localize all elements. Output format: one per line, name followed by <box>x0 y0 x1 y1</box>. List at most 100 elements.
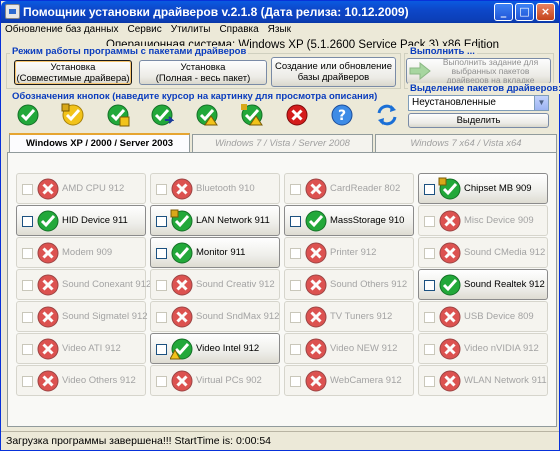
cross-icon <box>171 306 193 328</box>
driver-video-new-912[interactable]: Video NEW 912 <box>284 333 414 364</box>
driver-cardreader-802[interactable]: CardReader 802 <box>284 173 414 204</box>
driver-checkbox[interactable] <box>156 280 167 291</box>
driver-sound-creativ-912[interactable]: Sound Creativ 912 <box>150 269 280 300</box>
maximize-button[interactable]: □ <box>515 3 534 21</box>
menu-help[interactable]: Справка <box>219 23 258 37</box>
driver-video-intel-912[interactable]: Video Intel 912 <box>150 333 280 364</box>
driver-checkbox[interactable] <box>22 376 33 387</box>
driver-sound-others-912[interactable]: Sound Others 912 <box>284 269 414 300</box>
driver-checkbox[interactable] <box>424 344 435 355</box>
cross-icon <box>439 306 461 328</box>
help-icon[interactable]: ? <box>330 103 354 127</box>
menu-utilities[interactable]: Утилиты <box>171 23 211 37</box>
driver-checkbox[interactable] <box>156 344 167 355</box>
driver-checkbox[interactable] <box>424 184 435 195</box>
driver-lan-network-911[interactable]: LAN Network 911 <box>150 205 280 236</box>
driver-checkbox[interactable] <box>290 376 301 387</box>
cross-icon[interactable] <box>285 103 309 127</box>
check-arrow-icon[interactable] <box>150 103 174 127</box>
driver-checkbox[interactable] <box>22 248 33 259</box>
warning-check-icon[interactable] <box>61 103 85 127</box>
driver-checkbox[interactable] <box>156 376 167 387</box>
driver-checkbox[interactable] <box>156 248 167 259</box>
driver-sound-realtek-912[interactable]: Sound Realtek 912 <box>418 269 548 300</box>
driver-usb-device-809[interactable]: USB Device 809 <box>418 301 548 332</box>
warning-arrow-icon[interactable] <box>240 103 264 127</box>
driver-checkbox[interactable] <box>424 312 435 323</box>
chevron-down-icon[interactable]: ▼ <box>534 96 548 110</box>
driver-modem-909[interactable]: Modem 909 <box>16 237 146 268</box>
driver-checkbox[interactable] <box>156 184 167 195</box>
driver-checkbox[interactable] <box>22 216 33 227</box>
drivers-panel: AMD CPU 912 Bluetooth 910 CardReader 802 Ch… <box>7 152 557 427</box>
driver-checkbox[interactable] <box>424 376 435 387</box>
driver-misc-device-909[interactable]: Misc Device 909 <box>418 205 548 236</box>
driver-hid-device-911[interactable]: HID Device 911 <box>16 205 146 236</box>
tab-winxp[interactable]: Windows XP / 2000 / Server 2003 <box>9 133 190 152</box>
driver-checkbox[interactable] <box>290 216 301 227</box>
driver-label: USB Device 809 <box>464 311 534 322</box>
driver-video-ati-912[interactable]: Video ATI 912 <box>16 333 146 364</box>
driver-bluetooth-910[interactable]: Bluetooth 910 <box>150 173 280 204</box>
execute-button[interactable]: Выполнить задание для выбранных пакетов … <box>406 57 551 84</box>
minimize-button[interactable]: _ <box>494 3 513 21</box>
driver-checkbox[interactable] <box>290 312 301 323</box>
driver-checkbox[interactable] <box>22 312 33 323</box>
driver-wlan-network-911[interactable]: WLAN Network 911 <box>418 365 548 396</box>
driver-sound-sndmax-912[interactable]: Sound SndMax 912 <box>150 301 280 332</box>
driver-video-others-912[interactable]: Video Others 912 <box>16 365 146 396</box>
driver-amd-cpu-912[interactable]: AMD CPU 912 <box>16 173 146 204</box>
driver-checkbox[interactable] <box>290 248 301 259</box>
close-button[interactable]: × <box>536 3 555 21</box>
check-box-icon[interactable] <box>106 103 130 127</box>
window-controls: _ □ × <box>494 3 555 21</box>
driver-label: TV Tuners 912 <box>330 311 393 322</box>
cross-icon <box>37 306 59 328</box>
driver-label: WLAN Network 911 <box>464 375 547 386</box>
driver-printer-912[interactable]: Printer 912 <box>284 237 414 268</box>
driver-checkbox[interactable] <box>156 216 167 227</box>
selection-combo[interactable]: Неустановленные ▼ <box>408 95 549 111</box>
driver-webcamera-912[interactable]: WebCamera 912 <box>284 365 414 396</box>
check-icon[interactable] <box>16 103 40 127</box>
driver-sound-sigmatel-912[interactable]: Sound Sigmatel 912 <box>16 301 148 332</box>
driver-massstorage-910[interactable]: MassStorage 910 <box>284 205 414 236</box>
driver-monitor-911[interactable]: Monitor 911 <box>150 237 280 268</box>
driver-checkbox[interactable] <box>424 248 435 259</box>
tab-win7[interactable]: Windows 7 / Vista / Server 2008 <box>192 134 373 152</box>
main-window: Помощник установки драйверов v.2.1.8 (Да… <box>0 0 560 451</box>
driver-checkbox[interactable] <box>22 184 33 195</box>
driver-virtual-pcs-902[interactable]: Virtual PCs 902 <box>150 365 280 396</box>
driver-checkbox[interactable] <box>290 280 301 291</box>
install-compatible-label-1: Установка <box>50 61 96 73</box>
driver-label: HID Device 911 <box>62 215 128 226</box>
menu-update-db[interactable]: Обновление баз данных <box>5 23 118 37</box>
legend-icons: ? <box>14 103 397 129</box>
refresh-icon[interactable] <box>375 103 399 127</box>
title-bar[interactable]: Помощник установки драйверов v.2.1.8 (Да… <box>1 1 559 23</box>
install-full-button[interactable]: Установка (Полная - весь пакет) <box>139 60 267 85</box>
cross-icon <box>171 274 193 296</box>
cross-icon <box>171 178 193 200</box>
driver-checkbox[interactable] <box>424 216 435 227</box>
driver-checkbox[interactable] <box>290 344 301 355</box>
driver-checkbox[interactable] <box>156 312 167 323</box>
driver-checkbox[interactable] <box>424 280 435 291</box>
warning-box-icon[interactable] <box>195 103 219 127</box>
driver-checkbox[interactable] <box>22 280 33 291</box>
driver-tv-tuners-912[interactable]: TV Tuners 912 <box>284 301 414 332</box>
tab-win7-x64[interactable]: Windows 7 x64 / Vista x64 <box>375 134 557 152</box>
create-db-label-1: Создание или обновление <box>274 61 393 72</box>
driver-sound-cmedia-912[interactable]: Sound CMedia 912 <box>418 237 548 268</box>
driver-video-nvidia-912[interactable]: Video nVIDIA 912 <box>418 333 548 364</box>
install-compatible-button[interactable]: Установка (Совместимые драйвера) <box>14 60 132 85</box>
driver-chipset-mb-909[interactable]: Chipset MB 909 <box>418 173 548 204</box>
select-button[interactable]: Выделить <box>408 113 549 128</box>
create-db-button[interactable]: Создание или обновление базы драйверов <box>271 57 396 87</box>
menu-language[interactable]: Язык <box>268 23 291 37</box>
driver-checkbox[interactable] <box>22 344 33 355</box>
driver-sound-conexant-912[interactable]: Sound Conexant 912 <box>16 269 151 300</box>
driver-checkbox[interactable] <box>290 184 301 195</box>
menu-service[interactable]: Сервис <box>127 23 161 37</box>
os-tabs: Windows XP / 2000 / Server 2003 Windows … <box>9 133 559 152</box>
